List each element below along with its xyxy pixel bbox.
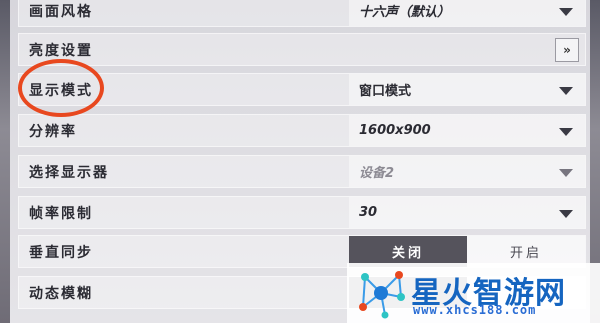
caret-down-icon xyxy=(559,209,573,218)
monitor-dropdown: 设备2 xyxy=(349,156,585,187)
setting-row-visual-style: 画面风格 十六声（默认） xyxy=(18,0,586,27)
caret-down-icon xyxy=(559,86,573,95)
dropdown-value: 30 xyxy=(359,205,378,220)
display-mode-dropdown[interactable]: 窗口模式 xyxy=(349,74,585,105)
setting-label: 垂直同步 xyxy=(29,244,93,261)
dropdown-value: 1600x900 xyxy=(359,123,431,138)
watermark-url: www.xhcs188.com xyxy=(413,303,537,317)
setting-row-resolution: 分辨率 1600x900 xyxy=(18,114,586,147)
setting-label: 动态模糊 xyxy=(29,285,93,302)
visual-style-dropdown[interactable]: 十六声（默认） xyxy=(349,0,585,26)
brightness-expand-button[interactable]: » xyxy=(555,38,579,62)
resolution-dropdown[interactable]: 1600x900 xyxy=(349,115,585,146)
setting-label: 分辨率 xyxy=(29,123,77,140)
setting-row-frame-rate: 帧率限制 30 xyxy=(18,196,586,229)
dropdown-value: 窗口模式 xyxy=(359,84,412,99)
setting-row-select-monitor: 选择显示器 设备2 xyxy=(18,155,586,188)
dropdown-value: 十六声（默认） xyxy=(359,5,451,20)
network-logo-icon xyxy=(359,271,405,319)
setting-row-brightness: 亮度设置 » xyxy=(18,33,586,66)
caret-down-icon xyxy=(559,127,573,136)
setting-label: 帧率限制 xyxy=(29,205,93,222)
annotation-circle xyxy=(18,59,104,117)
caret-down-icon xyxy=(559,7,573,16)
frame-rate-dropdown[interactable]: 30 xyxy=(349,197,585,228)
setting-label: 画面风格 xyxy=(29,3,93,20)
setting-label: 选择显示器 xyxy=(29,164,109,181)
dropdown-value: 设备2 xyxy=(359,166,395,181)
watermark: 星火智游网 www.xhcs188.com xyxy=(347,263,600,323)
caret-down-icon xyxy=(559,168,573,177)
